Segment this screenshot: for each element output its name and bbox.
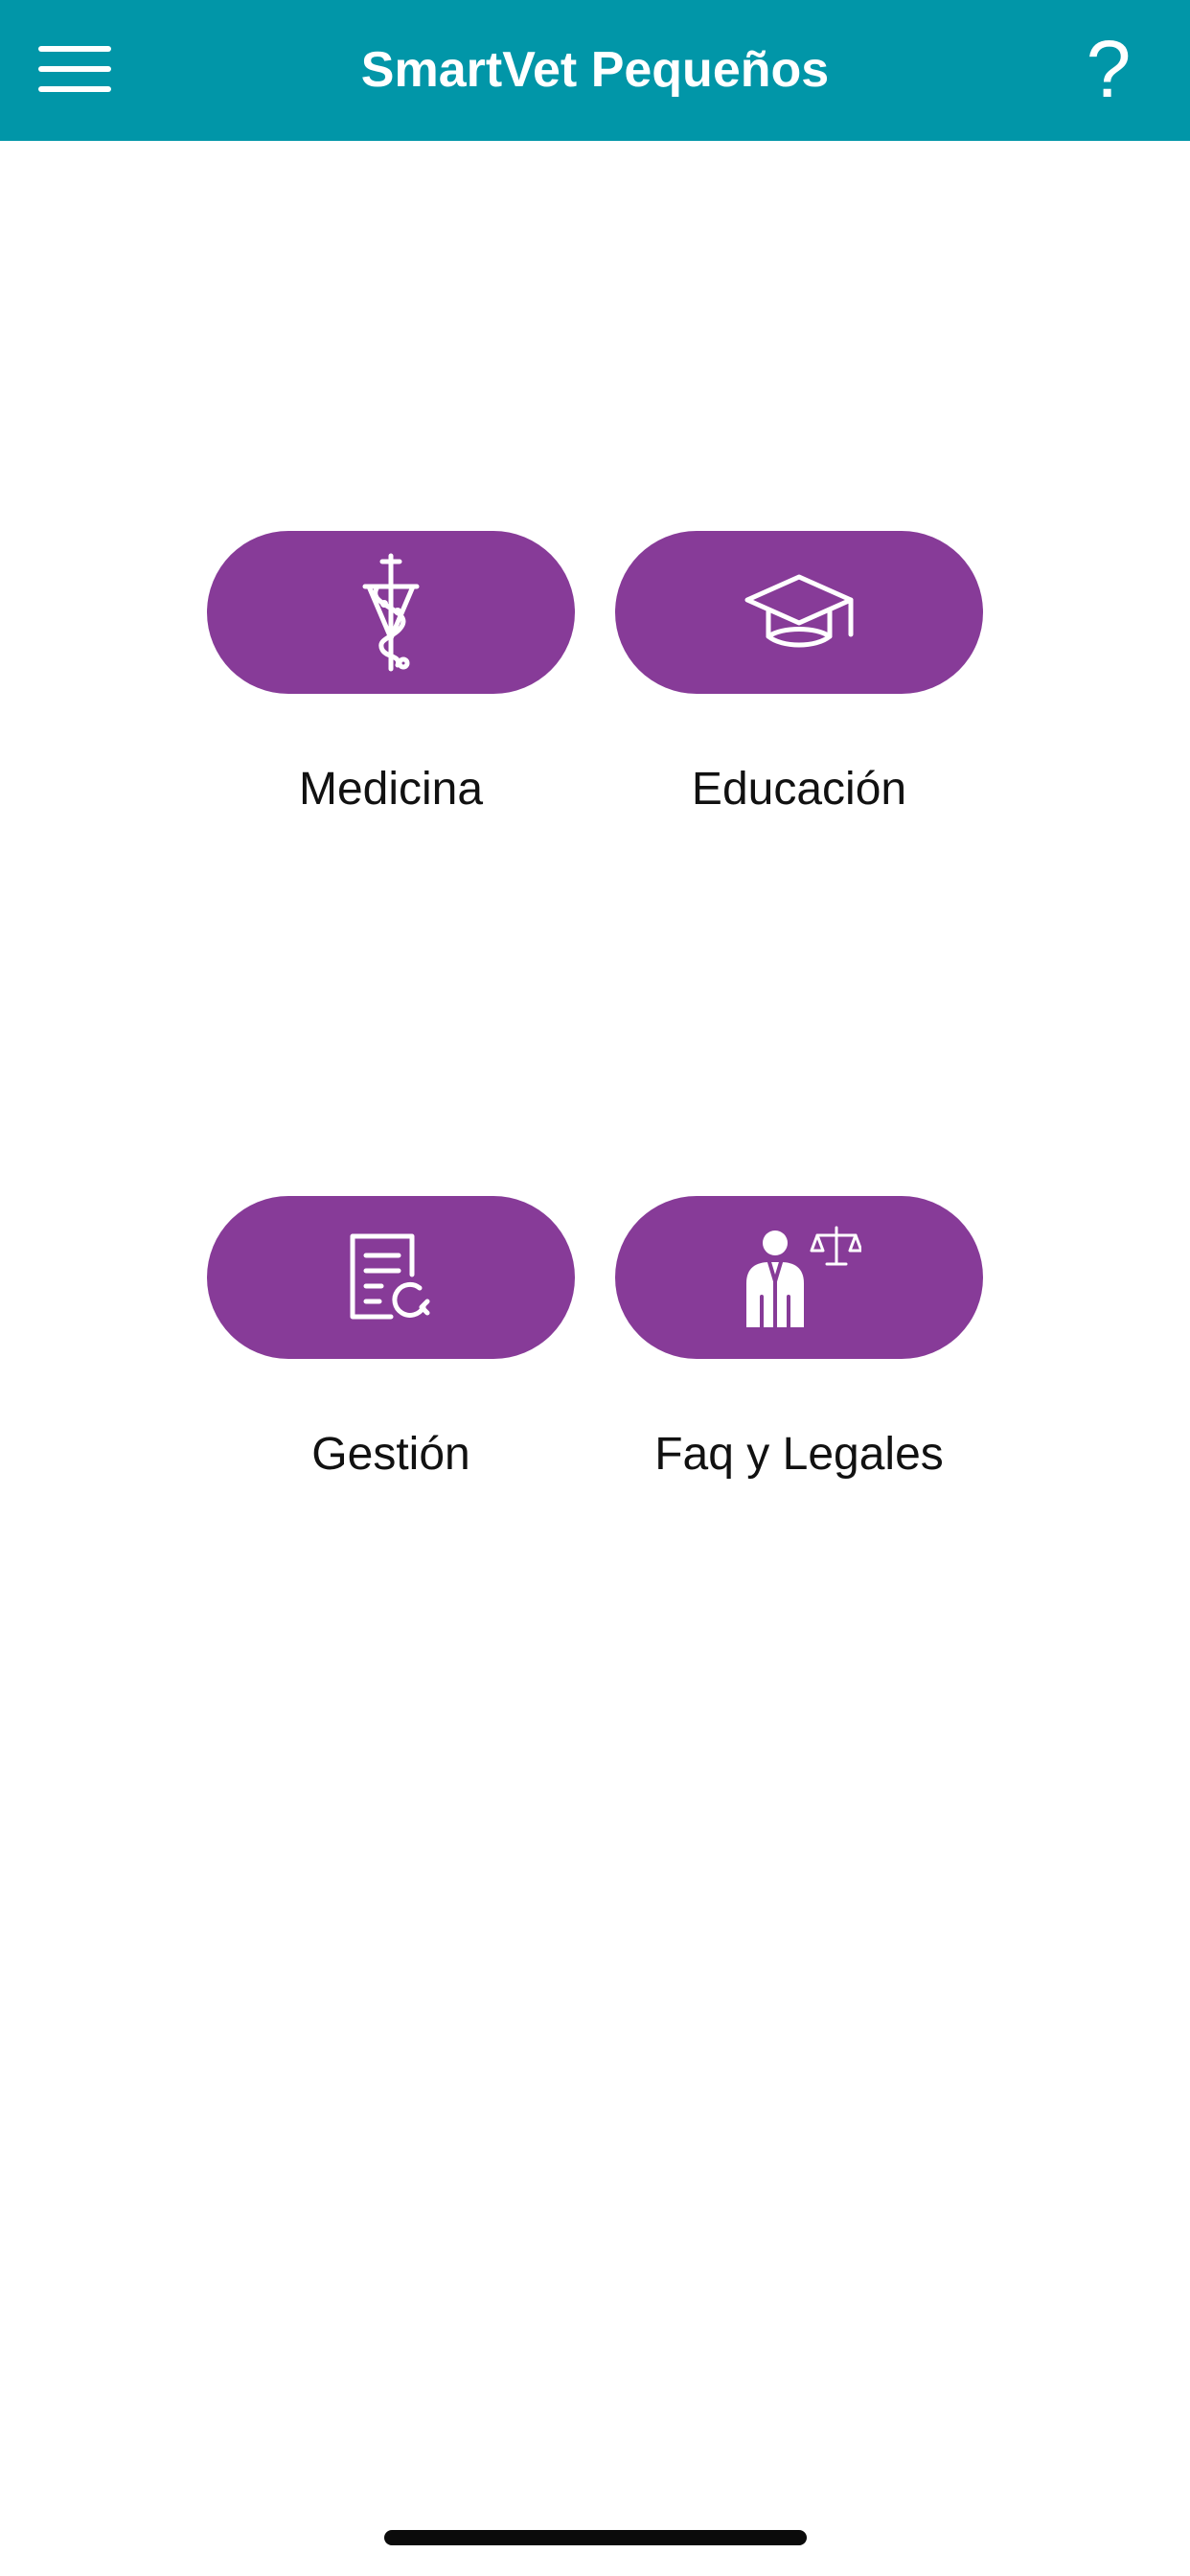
educacion-button[interactable] [615,531,983,694]
home-indicator [384,2530,807,2545]
tile-label-gestion: Gestión [311,1429,470,1480]
help-icon[interactable]: ? [1075,21,1142,117]
top-app-bar: SmartVet Pequeños ? [0,0,1190,141]
tile-label-faq-legales: Faq y Legales [654,1429,944,1480]
tile-label-medicina: Medicina [298,764,484,815]
graduation-cap-icon [744,574,854,648]
document-search-icon [350,1233,430,1320]
faq-legales-button[interactable] [615,1196,983,1359]
hamburger-menu-icon[interactable] [38,42,111,96]
lawyer-scales-icon [746,1226,861,1329]
caduceus-icon [362,553,420,672]
app-title: SmartVet Pequeños [360,42,830,98]
medicina-button[interactable] [207,531,575,694]
gestion-button[interactable] [207,1196,575,1359]
tile-label-educacion: Educación [691,764,907,815]
